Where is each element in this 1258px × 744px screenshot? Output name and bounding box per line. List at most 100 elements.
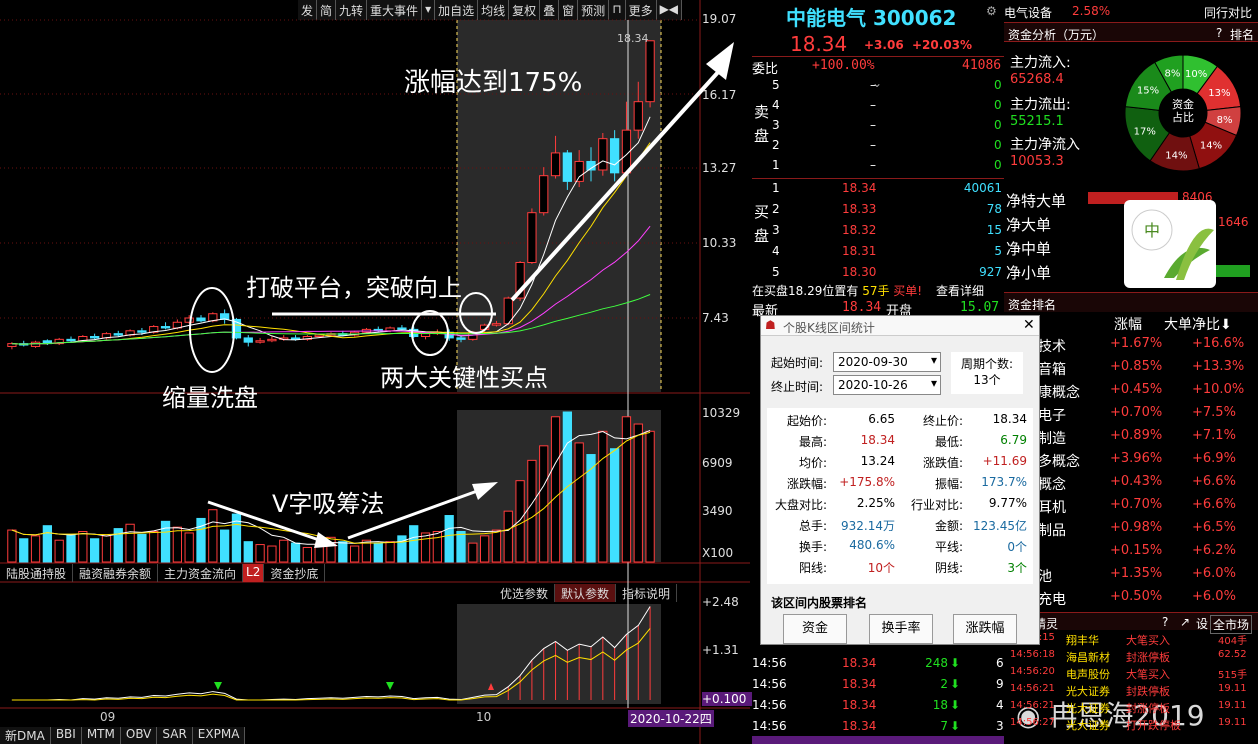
sector-name[interactable]: 音箱 bbox=[1038, 359, 1066, 379]
volume-bar bbox=[515, 480, 525, 563]
stat-value: 480.6% bbox=[849, 538, 895, 552]
tab-sar[interactable]: SAR bbox=[157, 727, 193, 744]
help-icon[interactable]: ? bbox=[1216, 26, 1222, 40]
price-axis-label: 10.33 bbox=[702, 236, 737, 250]
tab-bbi[interactable]: BBI bbox=[51, 727, 82, 744]
volume-bar bbox=[574, 442, 584, 563]
sell-price: – bbox=[870, 78, 876, 92]
tab-mtm[interactable]: MTM bbox=[82, 727, 121, 744]
rank-turnover-button[interactable]: 换手率 bbox=[869, 614, 933, 644]
news-value: 19.11 bbox=[1218, 717, 1247, 728]
flow-title: 资金分析（万元） bbox=[1008, 28, 1105, 42]
volume-bar bbox=[503, 510, 513, 563]
tab-margin[interactable]: 融资融券余额 bbox=[73, 564, 159, 582]
volume-bar bbox=[78, 531, 88, 563]
help-icon[interactable]: ? bbox=[1162, 615, 1168, 629]
sector-name[interactable]: 电子 bbox=[1038, 405, 1066, 425]
sector-name[interactable]: 制品 bbox=[1038, 520, 1066, 540]
price-axis-label: 19.07 bbox=[702, 12, 737, 26]
sector-change: +0.50% bbox=[1110, 589, 1163, 604]
pie-label: 8% bbox=[1217, 115, 1233, 126]
tab-indicator-help[interactable]: 指标说明 bbox=[616, 584, 678, 602]
volume-bar bbox=[550, 416, 561, 563]
sector-name[interactable]: 耳机 bbox=[1038, 497, 1066, 517]
open-icon[interactable]: ↗ bbox=[1180, 615, 1190, 629]
peer-compare-link[interactable]: 同行对比 bbox=[1204, 4, 1252, 21]
tab-main-flow[interactable]: 主力资金流向 bbox=[158, 564, 244, 582]
stock-name: 中能电气 300062 bbox=[786, 6, 957, 30]
sell-volume: 0 bbox=[994, 138, 1002, 152]
col-big-net-label: 大单净比 bbox=[1164, 317, 1220, 333]
big-order-val2: 1646 bbox=[1218, 215, 1249, 229]
tab-opt-params[interactable]: 优选参数 bbox=[494, 584, 556, 602]
sector-name[interactable]: 概念 bbox=[1038, 474, 1066, 494]
tab-bottom-fish[interactable]: 资金抄底 bbox=[264, 564, 326, 582]
tick-price: 18.34 bbox=[842, 656, 877, 670]
sector-name[interactable]: 制造 bbox=[1038, 428, 1066, 448]
news-value: 19.11 bbox=[1218, 700, 1247, 711]
news-time: 14:56:21 bbox=[1010, 700, 1055, 711]
volume-bar bbox=[243, 541, 253, 563]
flow-rank-link[interactable]: 排名 bbox=[1230, 26, 1254, 43]
sell-volume: 0 bbox=[994, 158, 1002, 172]
stat-value: 9.77% bbox=[988, 496, 1027, 510]
settings-label[interactable]: 设 bbox=[1196, 615, 1208, 632]
news-stock[interactable]: 光大证券 bbox=[1066, 683, 1110, 699]
sell-price: – bbox=[870, 118, 876, 132]
tab-dma[interactable]: 新DMA bbox=[0, 727, 51, 744]
industry-name[interactable]: 电气设备 bbox=[1004, 4, 1052, 21]
buy-price: 18.31 bbox=[842, 244, 877, 258]
sector-net: +10.0% bbox=[1192, 382, 1245, 397]
candle-body bbox=[255, 340, 265, 343]
weibi-pct: +100.00% bbox=[812, 58, 875, 73]
rank-fund-button[interactable]: 资金 bbox=[783, 614, 847, 644]
news-stock[interactable]: 光大证券 bbox=[1066, 717, 1110, 733]
volume-bar bbox=[491, 529, 502, 563]
sector-name[interactable]: 技术 bbox=[1038, 336, 1066, 356]
view-detail-link[interactable]: 查看详细 bbox=[936, 284, 984, 298]
start-date-select[interactable]: 2020-09-30 bbox=[833, 352, 941, 372]
close-icon[interactable]: ✕ bbox=[1023, 317, 1035, 333]
start-label: 起始时间: bbox=[771, 356, 824, 370]
sector-name[interactable]: 池 bbox=[1038, 566, 1052, 586]
sector-change: +1.67% bbox=[1110, 336, 1163, 351]
tab-expma[interactable]: EXPMA bbox=[193, 727, 246, 744]
stat-label: 最低: bbox=[934, 435, 963, 449]
rank-change-button[interactable]: 涨跌幅 bbox=[953, 614, 1017, 644]
order-type-label: 净大单 bbox=[1006, 216, 1052, 234]
sector-name[interactable]: 多概念 bbox=[1038, 451, 1080, 471]
col-big-net[interactable]: 大单净比⬇ bbox=[1164, 314, 1232, 334]
tab-hk-holding[interactable]: 陆股通持股 bbox=[0, 564, 74, 582]
sell-level: 2 bbox=[772, 138, 780, 152]
news-stock[interactable]: 海昌新材 bbox=[1066, 649, 1110, 665]
gear-icon[interactable]: ⚙ bbox=[986, 4, 997, 18]
divider bbox=[752, 56, 1004, 57]
scrollbar[interactable] bbox=[752, 736, 1004, 744]
stock-code: 300062 bbox=[872, 6, 957, 30]
news-stock[interactable]: 电声股份 bbox=[1066, 666, 1110, 682]
candle-body bbox=[160, 326, 171, 329]
news-stock[interactable]: 光大证券 bbox=[1066, 700, 1110, 716]
candle-body bbox=[397, 327, 407, 330]
annotation-washout: 缩量洗盘 bbox=[162, 384, 258, 412]
stat-value: 13.24 bbox=[860, 454, 895, 468]
volume-bar bbox=[208, 509, 218, 563]
news-event: 封涨停板 bbox=[1126, 702, 1170, 715]
candle-body bbox=[137, 330, 147, 333]
stats-table: 起始价: 6.65 终止价: 18.34 最高: 18.34 最低: 6.79 均价: 13.24… bbox=[767, 408, 1033, 584]
sector-name[interactable]: 充电 bbox=[1038, 589, 1066, 609]
col-change[interactable]: 涨幅 bbox=[1114, 314, 1142, 334]
news-stock[interactable]: 翔丰华 bbox=[1066, 632, 1099, 648]
end-date-select[interactable]: 2020-10-26 bbox=[833, 375, 941, 395]
latest-price: 18.34 bbox=[842, 300, 882, 315]
l2-badge: L2 bbox=[243, 564, 265, 582]
tab-obv[interactable]: OBV bbox=[121, 727, 158, 744]
tab-default-params[interactable]: 默认参数 bbox=[555, 584, 617, 602]
kline-chart[interactable]: 发 简 九转 重大事件 ▾ 加自选 均线 复权 叠 窗 预测 ⊓ 更多 ▶◀ 1… bbox=[0, 0, 752, 744]
buy-volume: 15 bbox=[986, 223, 1002, 237]
outflow-label: 主力流出: bbox=[1010, 97, 1071, 113]
netflow-val: 10053.3 bbox=[1010, 154, 1064, 169]
sector-name[interactable]: 康概念 bbox=[1038, 382, 1080, 402]
buy-price: 18.32 bbox=[842, 223, 877, 237]
candle-body bbox=[645, 40, 655, 103]
